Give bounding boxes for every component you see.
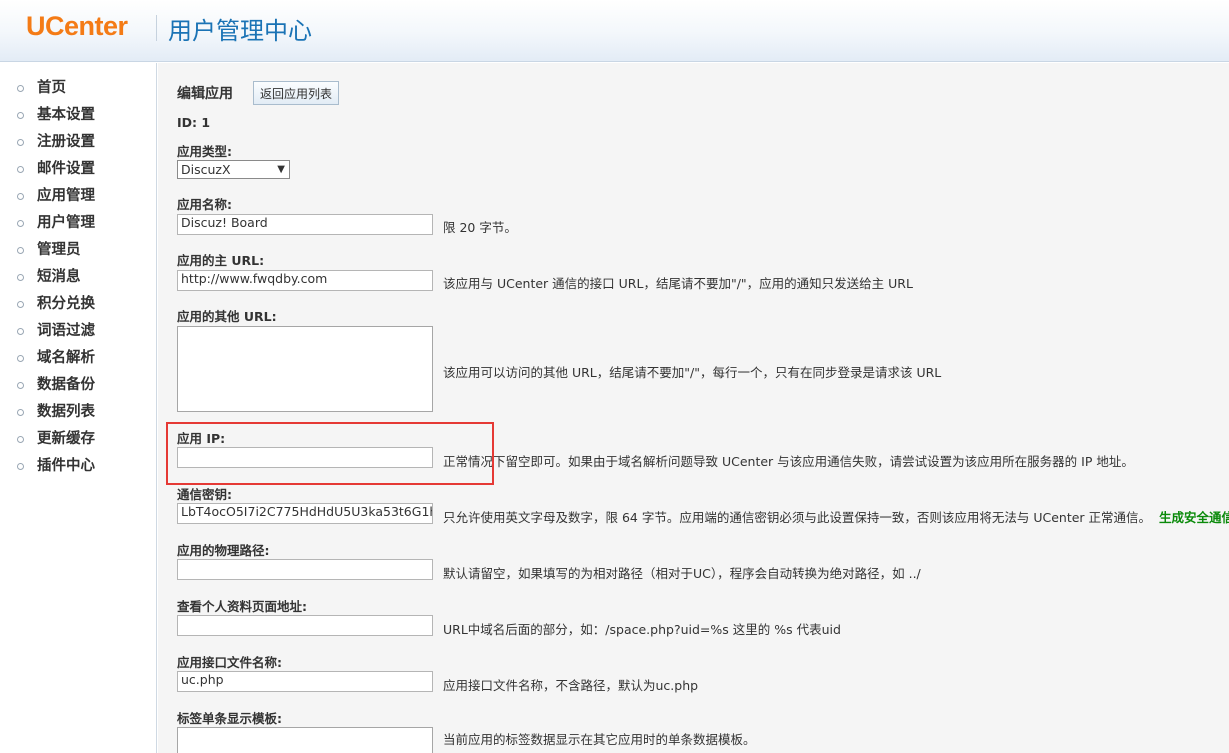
api-filename-label: 应用接口文件名称: [177, 655, 282, 670]
main-url-input[interactable]: http://www.fwqdby.com [177, 270, 433, 291]
circle-bullet-icon [17, 436, 24, 443]
sidebar-item-label: 域名解析 [37, 350, 95, 366]
circle-bullet-icon [17, 193, 24, 200]
app-ip-hint: 正常情况下留空即可。如果由于域名解析问题导致 UCenter 与该应用通信失败，… [443, 454, 1134, 469]
sidebar-item[interactable]: 数据列表 [0, 403, 156, 430]
other-url-textarea[interactable] [177, 326, 433, 412]
circle-bullet-icon [17, 355, 24, 362]
ucenter-logo: UCenter [26, 11, 128, 41]
sidebar-item-label: 注册设置 [37, 134, 95, 150]
sidebar-item[interactable]: 词语过滤 [0, 322, 156, 349]
sidebar-item[interactable]: 管理员 [0, 241, 156, 268]
chevron-down-icon: ▼ [277, 164, 285, 175]
other-url-hint: 该应用可以访问的其他 URL，结尾请不要加"/"，每行一个，只有在同步登录是请求… [443, 365, 942, 380]
api-filename-hint: 应用接口文件名称，不含路径，默认为uc.php [443, 678, 699, 693]
circle-bullet-icon [17, 139, 24, 146]
sidebar-item[interactable]: 数据备份 [0, 376, 156, 403]
main-url-hint: 该应用与 UCenter 通信的接口 URL，结尾请不要加"/"，应用的通知只发… [443, 276, 913, 291]
generate-secret-key-link[interactable]: 生成安全通信密钥 [1159, 510, 1229, 525]
other-url-label: 应用的其他 URL: [177, 309, 277, 324]
profile-url-label: 查看个人资料页面地址: [177, 599, 307, 614]
sidebar-item-label: 管理员 [37, 242, 81, 258]
circle-bullet-icon [17, 301, 24, 308]
sidebar-item-label: 邮件设置 [37, 161, 95, 177]
profile-url-hint: URL中域名后面的部分，如：/space.php?uid=%s 这里的 %s 代… [443, 622, 841, 637]
app-name-label: 应用名称: [177, 197, 232, 212]
sidebar-item-label: 数据列表 [37, 404, 95, 420]
title-row: 编辑应用 返回应用列表 [177, 81, 340, 105]
secret-key-hint: 只允许使用英文字母及数字，限 64 字节。应用端的通信密钥必须与此设置保持一致，… [443, 507, 1229, 526]
sidebar-item[interactable]: 更新缓存 [0, 430, 156, 457]
tag-template-textarea[interactable] [177, 727, 433, 753]
secret-key-hint-text: 只允许使用英文字母及数字，限 64 字节。应用端的通信密钥必须与此设置保持一致，… [443, 510, 1152, 525]
circle-bullet-icon [17, 220, 24, 227]
circle-bullet-icon [17, 85, 24, 92]
tag-template-label: 标签单条显示模板: [177, 711, 282, 726]
tag-template-hint: 当前应用的标签数据显示在其它应用时的单条数据模板。 [443, 732, 756, 747]
sidebar-item-label: 首页 [37, 80, 66, 96]
physical-path-hint: 默认请留空，如果填写的为相对路径（相对于UC），程序会自动转换为绝对路径，如 .… [443, 566, 921, 581]
sidebar-nav: 首页基本设置注册设置邮件设置应用管理用户管理管理员短消息积分兑换词语过滤域名解析… [0, 63, 156, 484]
secret-key-label: 通信密钥: [177, 487, 232, 502]
app-name-input[interactable]: Discuz! Board [177, 214, 433, 235]
physical-path-input[interactable] [177, 559, 433, 580]
sidebar-item-label: 词语过滤 [37, 323, 95, 339]
sidebar-item-label: 积分兑换 [37, 296, 95, 312]
app-id: ID: 1 [177, 115, 211, 130]
main-panel: 编辑应用 返回应用列表 ID: 1 应用类型: DiscuzX ▼ 应用名称: … [158, 63, 1229, 753]
sidebar-item[interactable]: 用户管理 [0, 214, 156, 241]
sidebar-item[interactable]: 邮件设置 [0, 160, 156, 187]
sidebar-item[interactable]: 积分兑换 [0, 295, 156, 322]
sidebar: 首页基本设置注册设置邮件设置应用管理用户管理管理员短消息积分兑换词语过滤域名解析… [0, 63, 157, 753]
app-type-label: 应用类型: [177, 144, 232, 159]
app-type-select[interactable]: DiscuzX ▼ [177, 160, 290, 179]
physical-path-label: 应用的物理路径: [177, 543, 270, 558]
header-title: 用户管理中心 [168, 17, 312, 45]
sidebar-item[interactable]: 首页 [0, 79, 156, 106]
profile-url-input[interactable] [177, 615, 433, 636]
app-name-hint: 限 20 字节。 [443, 220, 517, 235]
sidebar-item[interactable]: 插件中心 [0, 457, 156, 484]
circle-bullet-icon [17, 409, 24, 416]
header-divider [156, 15, 157, 41]
app-type-value: DiscuzX [181, 162, 231, 177]
circle-bullet-icon [17, 166, 24, 173]
sidebar-item[interactable]: 注册设置 [0, 133, 156, 160]
sidebar-item[interactable]: 应用管理 [0, 187, 156, 214]
sidebar-item-label: 基本设置 [37, 107, 95, 123]
sidebar-item-label: 数据备份 [37, 377, 95, 393]
sidebar-item-label: 应用管理 [37, 188, 95, 204]
main-url-label: 应用的主 URL: [177, 253, 265, 268]
sidebar-item[interactable]: 域名解析 [0, 349, 156, 376]
api-filename-input[interactable]: uc.php [177, 671, 433, 692]
circle-bullet-icon [17, 382, 24, 389]
circle-bullet-icon [17, 463, 24, 470]
circle-bullet-icon [17, 274, 24, 281]
sidebar-item-label: 插件中心 [37, 458, 95, 474]
page-title: 编辑应用 [177, 86, 233, 102]
header: UCenter 用户管理中心 [0, 0, 1229, 62]
sidebar-item-label: 短消息 [37, 269, 81, 285]
circle-bullet-icon [17, 112, 24, 119]
secret-key-input[interactable]: LbT4ocO5I7i2C775HdHdU5U3ka53t6G1ha [177, 503, 433, 524]
circle-bullet-icon [17, 328, 24, 335]
sidebar-item[interactable]: 短消息 [0, 268, 156, 295]
sidebar-item-label: 用户管理 [37, 215, 95, 231]
back-to-app-list-button[interactable]: 返回应用列表 [253, 81, 340, 105]
sidebar-item-label: 更新缓存 [37, 431, 95, 447]
sidebar-item[interactable]: 基本设置 [0, 106, 156, 133]
app-ip-highlight-box [166, 422, 494, 485]
circle-bullet-icon [17, 247, 24, 254]
